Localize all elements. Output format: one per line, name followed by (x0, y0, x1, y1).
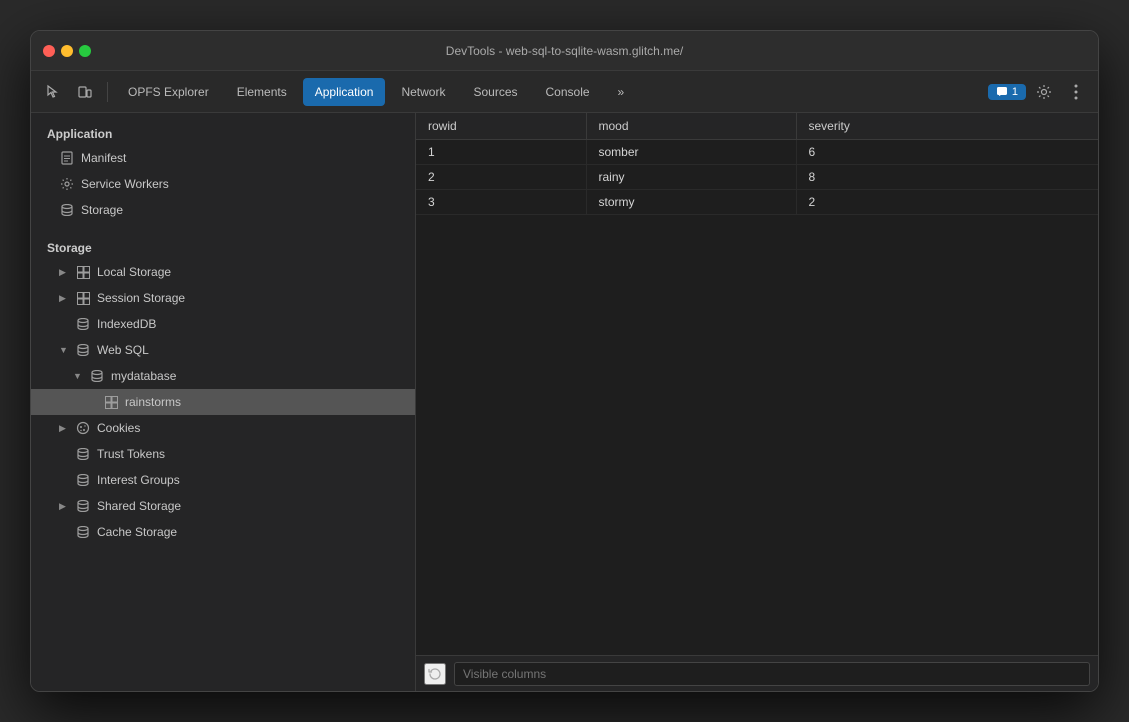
db-icon-shared (75, 498, 91, 514)
storage-section-header: Storage (31, 235, 415, 259)
grid-icon-ls (75, 264, 91, 280)
notification-badge[interactable]: 1 (988, 84, 1026, 100)
cell-rowid-1: 1 (416, 140, 586, 165)
sidebar-item-session-storage[interactable]: ▶ Session Storage (31, 285, 415, 311)
maximize-button[interactable] (79, 45, 91, 57)
traffic-lights (43, 45, 91, 57)
device-mode-button[interactable] (71, 78, 99, 106)
grid-icon-ss (75, 290, 91, 306)
device-icon (77, 84, 93, 100)
col-header-mood[interactable]: mood (586, 113, 796, 140)
sidebar: Application Manifest (31, 113, 416, 691)
sidebar-item-trust-tokens[interactable]: ▶ Trust Tokens (31, 441, 415, 467)
section-gap (31, 223, 415, 235)
sidebar-item-manifest[interactable]: Manifest (31, 145, 415, 171)
title-bar: DevTools - web-sql-to-sqlite-wasm.glitch… (31, 31, 1098, 71)
db-icon-websql (75, 342, 91, 358)
col-header-rowid[interactable]: rowid (416, 113, 586, 140)
minimize-button[interactable] (61, 45, 73, 57)
arrow-mydatabase: ▼ (73, 371, 83, 381)
sidebar-item-local-storage[interactable]: ▶ Local Storage (31, 259, 415, 285)
cell-severity-3: 2 (796, 190, 1098, 215)
doc-icon (59, 150, 75, 166)
bottom-bar (416, 655, 1098, 691)
main-panel: rowid mood severity 1 somber 6 2 (416, 113, 1098, 691)
sidebar-item-service-workers[interactable]: Service Workers (31, 171, 415, 197)
window-title: DevTools - web-sql-to-sqlite-wasm.glitch… (446, 44, 683, 58)
tab-console[interactable]: Console (534, 78, 602, 106)
toolbar-right: 1 (988, 78, 1090, 106)
cell-severity-2: 8 (796, 165, 1098, 190)
results-table: rowid mood severity 1 somber 6 2 (416, 113, 1098, 215)
application-section-header: Application (31, 121, 415, 145)
more-options-button[interactable] (1062, 78, 1090, 106)
visible-columns-input[interactable] (454, 662, 1090, 686)
toolbar-divider-1 (107, 82, 108, 102)
sidebar-item-indexeddb[interactable]: ▶ IndexedDB (31, 311, 415, 337)
refresh-button[interactable] (424, 663, 446, 685)
inspect-element-button[interactable] (39, 78, 67, 106)
cell-rowid-3: 3 (416, 190, 586, 215)
more-dots-icon (1074, 84, 1078, 100)
arrow-shared-storage: ▶ (59, 501, 69, 512)
arrow-web-sql: ▼ (59, 345, 69, 355)
table-row[interactable]: 3 stormy 2 (416, 190, 1098, 215)
arrow-cookies: ▶ (59, 423, 69, 434)
cell-mood-1: somber (586, 140, 796, 165)
cookie-icon (75, 420, 91, 436)
sidebar-item-shared-storage[interactable]: ▶ Shared Storage (31, 493, 415, 519)
col-header-severity[interactable]: severity (796, 113, 1098, 140)
sidebar-item-cache-storage[interactable]: ▶ Cache Storage (31, 519, 415, 545)
sidebar-item-storage-app[interactable]: Storage (31, 197, 415, 223)
settings-icon (1036, 84, 1052, 100)
tab-application[interactable]: Application (303, 78, 386, 106)
grid-icon-rainstorms (103, 394, 119, 410)
arrow-local-storage: ▶ (59, 267, 69, 278)
close-button[interactable] (43, 45, 55, 57)
tab-network[interactable]: Network (389, 78, 457, 106)
sidebar-item-web-sql[interactable]: ▼ Web SQL (31, 337, 415, 363)
storage-icon (59, 202, 75, 218)
table-row[interactable]: 1 somber 6 (416, 140, 1098, 165)
tab-elements[interactable]: Elements (225, 78, 299, 106)
toolbar: OPFS Explorer Elements Application Netwo… (31, 71, 1098, 113)
settings-button[interactable] (1030, 78, 1058, 106)
cell-mood-3: stormy (586, 190, 796, 215)
tab-more[interactable]: » (606, 78, 637, 106)
db-icon-cache (75, 524, 91, 540)
sidebar-item-cookies[interactable]: ▶ Cookies (31, 415, 415, 441)
refresh-icon (428, 667, 442, 681)
sidebar-item-interest-groups[interactable]: ▶ Interest Groups (31, 467, 415, 493)
db-icon-mydb (89, 368, 105, 384)
db-icon-interest (75, 472, 91, 488)
main-content: Application Manifest (31, 113, 1098, 691)
cell-severity-1: 6 (796, 140, 1098, 165)
arrow-session-storage: ▶ (59, 293, 69, 304)
cell-rowid-2: 2 (416, 165, 586, 190)
sidebar-item-rainstorms[interactable]: ▶ rainstorms (31, 389, 415, 415)
gear-icon (59, 176, 75, 192)
tab-opfs[interactable]: OPFS Explorer (116, 78, 221, 106)
cell-mood-2: rainy (586, 165, 796, 190)
tab-sources[interactable]: Sources (461, 78, 529, 106)
db-icon-trust (75, 446, 91, 462)
table-row[interactable]: 2 rainy 8 (416, 165, 1098, 190)
db-icon-idb (75, 316, 91, 332)
data-table: rowid mood severity 1 somber 6 2 (416, 113, 1098, 655)
chat-icon (996, 86, 1008, 98)
sidebar-item-mydatabase[interactable]: ▼ mydatabase (31, 363, 415, 389)
cursor-icon (45, 84, 61, 100)
devtools-window: DevTools - web-sql-to-sqlite-wasm.glitch… (30, 30, 1099, 692)
